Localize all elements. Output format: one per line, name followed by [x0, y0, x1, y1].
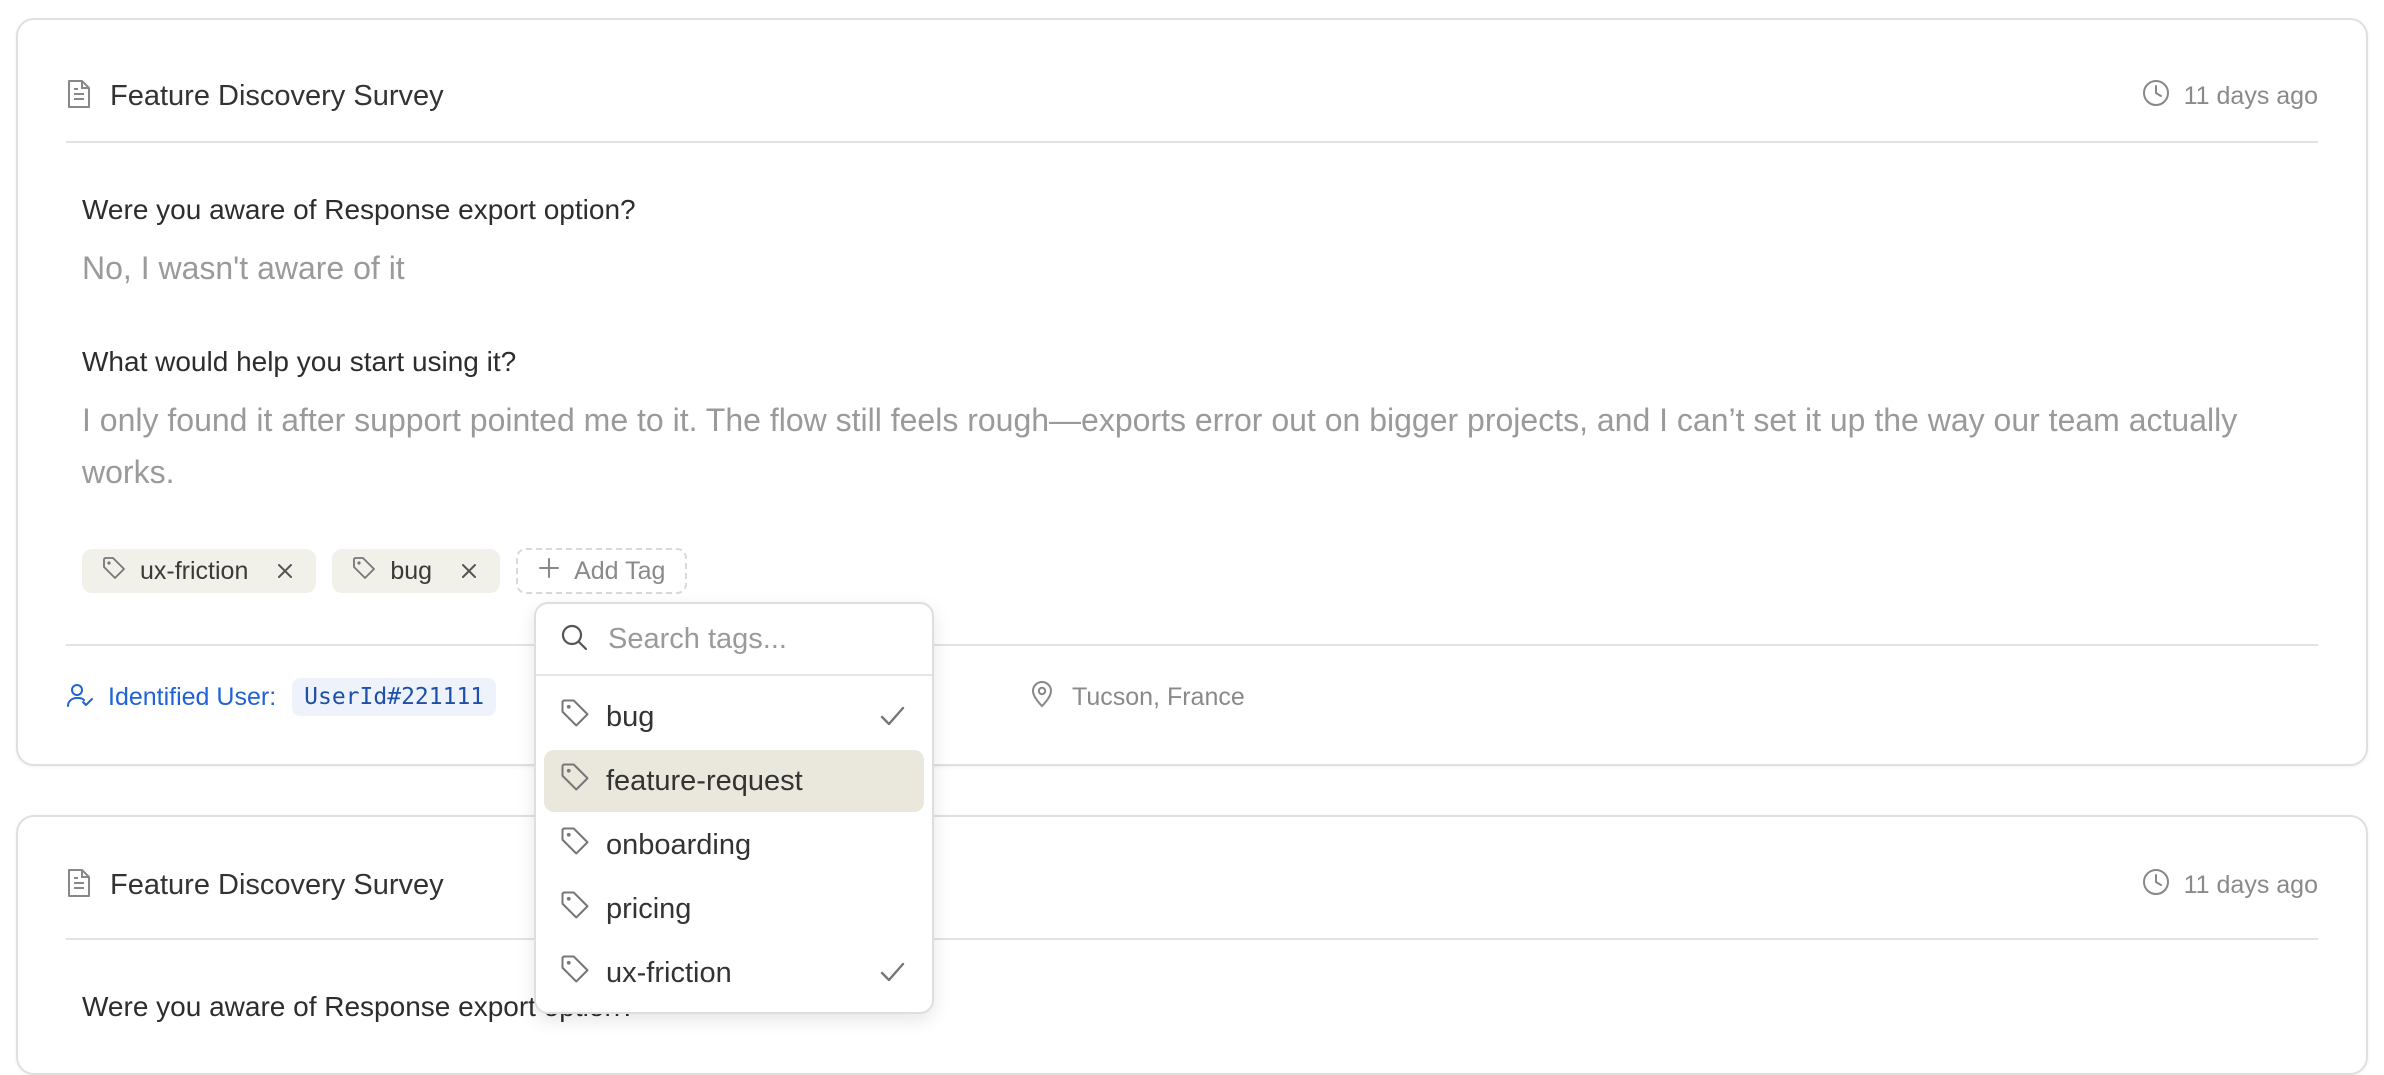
title-group: Feature Discovery Survey: [66, 79, 444, 114]
timestamp: 11 days ago: [2142, 868, 2318, 903]
location-text: Tucson, France: [1072, 682, 1245, 711]
survey-title[interactable]: Feature Discovery Survey: [110, 869, 444, 902]
location: Tucson, France: [1030, 680, 1245, 715]
tag-chip: ux-friction: [82, 549, 317, 593]
time-text: 11 days ago: [2183, 81, 2318, 110]
tag-label: bug: [390, 556, 433, 585]
tag-icon: [560, 826, 590, 864]
tag-option-ux-friction[interactable]: ux-friction: [544, 942, 924, 1004]
tags-row: ux-friction bug Add Tag: [82, 548, 688, 594]
document-icon: [66, 79, 92, 114]
header-divider: [66, 141, 2318, 143]
answer-2: I only found it after support pointed me…: [82, 402, 2238, 490]
identified-user-label: Identified User:: [108, 682, 277, 711]
add-tag-button[interactable]: Add Tag: [516, 548, 688, 594]
card-header: Feature Discovery Survey 11 days ago: [66, 64, 2318, 128]
add-tag-label: Add Tag: [574, 556, 666, 585]
tag-icon: [352, 556, 376, 587]
close-icon[interactable]: [276, 562, 294, 580]
tag-icon: [560, 762, 590, 800]
tag-icon: [560, 698, 590, 736]
user-check-icon: [66, 681, 94, 714]
tag-dropdown: bug feature-request onboarding pricing: [534, 602, 934, 1014]
time-text: 11 days ago: [2183, 870, 2318, 899]
tag-option-label: onboarding: [606, 828, 752, 861]
tag-option-onboarding[interactable]: onboarding: [544, 814, 924, 876]
tag-options-list: bug feature-request onboarding pricing u…: [536, 676, 932, 1016]
tag-option-label: feature-request: [606, 764, 803, 797]
tag-chip: bug: [332, 549, 501, 593]
search-icon: [560, 623, 588, 656]
tag-search-row: [536, 604, 932, 676]
tag-icon: [560, 954, 590, 992]
tag-option-pricing[interactable]: pricing: [544, 878, 924, 940]
tag-option-bug[interactable]: bug: [544, 686, 924, 748]
map-pin-icon: [1030, 680, 1054, 715]
plus-icon: [538, 557, 560, 586]
tag-option-feature-request[interactable]: feature-request: [544, 750, 924, 812]
tag-icon: [560, 890, 590, 928]
user-id-badge[interactable]: UserId#221111: [292, 678, 497, 716]
answer-1: No, I wasn't aware of it: [82, 250, 405, 286]
question-1: Were you aware of Response export option…: [82, 194, 636, 225]
response-card: Feature Discovery Survey 11 days ago Wer…: [16, 18, 2368, 766]
document-icon: [66, 868, 92, 903]
tag-search-input[interactable]: [606, 621, 910, 657]
question-2: What would help you start using it?: [82, 346, 517, 377]
title-group: Feature Discovery Survey: [66, 868, 444, 903]
footer-divider: [66, 644, 2318, 646]
check-icon: [878, 702, 906, 738]
close-icon[interactable]: [460, 562, 478, 580]
tag-option-label: pricing: [606, 892, 692, 925]
tag-option-label: ux-friction: [606, 956, 732, 989]
survey-title[interactable]: Feature Discovery Survey: [110, 80, 444, 113]
clock-icon: [2142, 868, 2170, 903]
response-card: Feature Discovery Survey 11 days ago Wer…: [16, 815, 2368, 1075]
card-header: Feature Discovery Survey 11 days ago: [66, 853, 2318, 917]
timestamp: 11 days ago: [2142, 79, 2318, 114]
tag-label: ux-friction: [140, 556, 249, 585]
header-divider: [66, 938, 2318, 940]
check-icon: [878, 958, 906, 994]
tag-option-label: bug: [606, 700, 655, 733]
tag-icon: [102, 556, 126, 587]
clock-icon: [2142, 79, 2170, 114]
